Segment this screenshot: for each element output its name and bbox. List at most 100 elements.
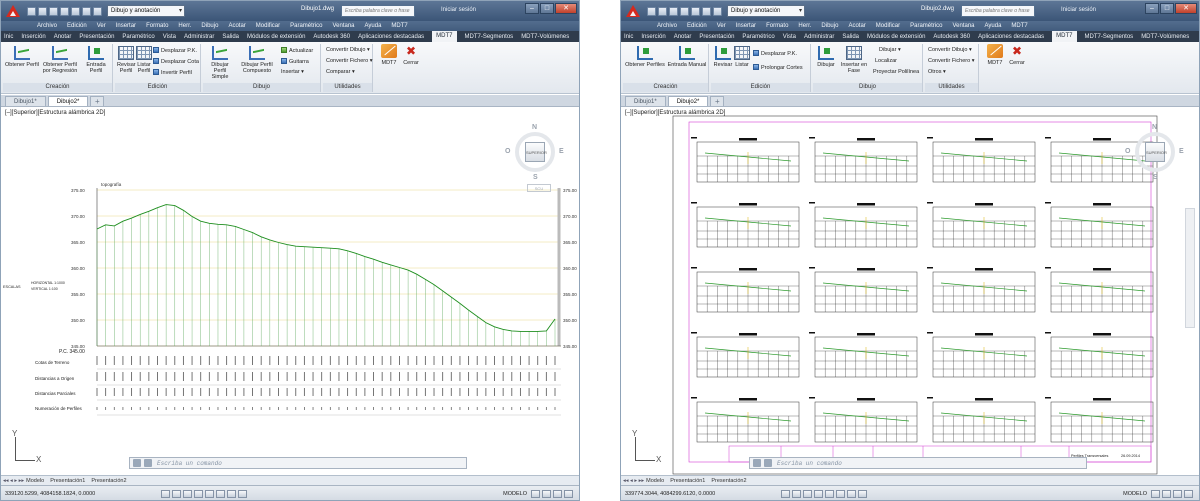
layout-nav-icon[interactable]: ◂◂ ◂ ▸ ▸▸ (623, 478, 644, 484)
new-file-icon[interactable] (647, 6, 656, 16)
otrack-icon[interactable] (216, 490, 225, 498)
menu-item[interactable]: Dibujo (821, 23, 838, 29)
invertir-perfil-button[interactable]: Invertir Perfil (153, 69, 192, 76)
ribbon-tab[interactable]: MDT7-Segmentos (465, 34, 514, 40)
ribbon-tab[interactable]: Aplicaciones destacadas (358, 34, 424, 40)
redo-icon[interactable] (93, 6, 102, 16)
menu-item[interactable]: Ver (717, 23, 726, 29)
mdt7-button[interactable]: MDT7 (983, 44, 1007, 66)
menu-item[interactable]: Ver (97, 23, 106, 29)
cerrar-button[interactable]: ✖ Cerrar (401, 44, 421, 66)
lineweight-icon[interactable] (847, 490, 856, 498)
lock-icon[interactable] (1173, 490, 1182, 498)
search-input[interactable]: Escriba palabra clave o frase (961, 5, 1035, 17)
obtener-perfil-button[interactable]: Obtener Perfil (5, 46, 39, 68)
south-label[interactable]: S (533, 174, 538, 181)
menu-item[interactable]: Archivo (657, 23, 677, 29)
layout-tab-model[interactable]: Modelo (646, 478, 664, 484)
south-label[interactable]: S (1153, 174, 1158, 181)
new-tab-icon[interactable]: + (90, 96, 105, 106)
transparency-icon[interactable] (238, 490, 247, 498)
open-file-icon[interactable] (38, 6, 47, 16)
ribbon-tab[interactable]: Inic (624, 34, 633, 40)
file-tab-dibujo2[interactable]: Dibujo2* (667, 96, 709, 106)
fullscreen-icon[interactable] (1184, 490, 1193, 498)
convertir-fichero-button[interactable]: Convertir Fichero ▾ (928, 58, 974, 64)
east-label[interactable]: E (559, 148, 564, 155)
convertir-fichero-button[interactable]: Convertir Fichero ▾ (326, 58, 372, 64)
menu-item[interactable]: Archivo (37, 23, 57, 29)
signin-link[interactable]: Iniciar sesión (1061, 7, 1096, 13)
insertar-button[interactable]: Insertar ▾ (281, 69, 304, 75)
ribbon-tab[interactable]: Vista (163, 34, 176, 40)
print-icon[interactable] (71, 6, 80, 16)
workspace-select[interactable]: Dibujo y anotación (727, 5, 805, 17)
command-search-icon[interactable] (764, 459, 772, 467)
east-label[interactable]: E (1179, 148, 1184, 155)
ribbon-tab[interactable]: Anotar (674, 34, 692, 40)
ribbon-tab[interactable]: Inserción (21, 34, 45, 40)
otros-button[interactable]: Otros ▾ (928, 69, 946, 75)
grid-icon[interactable] (172, 490, 181, 498)
menu-item[interactable]: Formato (766, 23, 788, 29)
ribbon-tab[interactable]: Inic (4, 34, 13, 40)
viewcube-face[interactable]: SUPERIOR (1145, 142, 1167, 162)
menu-item[interactable]: MDT7 (391, 23, 407, 29)
lineweight-icon[interactable] (227, 490, 236, 498)
menu-item[interactable]: Edición (687, 23, 707, 29)
save-icon[interactable] (669, 6, 678, 16)
menu-item[interactable]: Ventana (952, 23, 974, 29)
west-label[interactable]: O (505, 148, 510, 155)
north-label[interactable]: N (532, 124, 537, 131)
entrada-perfil-button[interactable]: Entrada Perfil (81, 46, 111, 74)
ribbon-tab[interactable]: Presentación (79, 34, 114, 40)
layout-tab-presentacion1[interactable]: Presentación1 (50, 478, 85, 484)
north-label[interactable]: N (1152, 124, 1157, 131)
ribbon-tab[interactable]: MDT7 (432, 31, 457, 42)
command-input[interactable]: Escriba un comando (157, 460, 222, 467)
command-search-icon[interactable] (144, 459, 152, 467)
menu-item[interactable]: Insertar (736, 23, 756, 29)
ribbon-tab[interactable]: Administrar (184, 34, 214, 40)
menu-item[interactable]: Ventana (332, 23, 354, 29)
menu-item[interactable]: Ayuda (985, 23, 1002, 29)
layout-tab-model[interactable]: Modelo (26, 478, 44, 484)
desplazar-pk-button[interactable]: Desplazar P.K. (153, 47, 197, 54)
save-as-icon[interactable] (60, 6, 69, 16)
menu-item[interactable]: Insertar (116, 23, 136, 29)
revisar-button[interactable]: Revisar (713, 46, 733, 68)
signin-link[interactable]: Iniciar sesión (441, 7, 476, 13)
desplazar-pk-button[interactable]: Desplazar P.K. (753, 50, 797, 57)
save-as-icon[interactable] (680, 6, 689, 16)
osnap-icon[interactable] (825, 490, 834, 498)
undo-icon[interactable] (702, 6, 711, 16)
snap-icon[interactable] (781, 490, 790, 498)
guitarra-button[interactable]: Guitarra (281, 58, 309, 65)
ribbon-tab[interactable]: Vista (783, 34, 796, 40)
menu-item[interactable]: Herr. (178, 23, 191, 29)
command-close-icon[interactable] (753, 459, 761, 467)
command-input[interactable]: Escriba un comando (777, 460, 842, 467)
grid-icon[interactable] (792, 490, 801, 498)
menu-item[interactable]: Modificar (876, 23, 900, 29)
minimize-icon[interactable]: – (1145, 3, 1159, 14)
proyectar-polilinea-button[interactable]: Proyectar Polilínea (873, 69, 919, 75)
mdt7-button[interactable]: MDT7 (377, 44, 401, 66)
layout-nav-icon[interactable]: ◂◂ ◂ ▸ ▸▸ (3, 478, 24, 484)
menu-item[interactable]: Paramétrico (290, 23, 322, 29)
new-file-icon[interactable] (27, 6, 36, 16)
drawing-area[interactable]: [–][Superior][Estructura alámbrica 2D] P… (621, 108, 1199, 475)
drawing-area[interactable]: [–][Superior][Estructura alámbrica 2D] 3… (1, 108, 579, 475)
transparency-icon[interactable] (858, 490, 867, 498)
redo-icon[interactable] (713, 6, 722, 16)
ortho-icon[interactable] (183, 490, 192, 498)
ribbon-tab[interactable]: MDT7-Volúmenes (1141, 34, 1189, 40)
revisar-perfil-button[interactable]: Revisar Perfil (117, 46, 136, 74)
close-icon[interactable]: ✕ (1175, 3, 1197, 14)
insertar-en-fase-button[interactable]: Insertar en Fase (837, 46, 871, 74)
ribbon-tab[interactable]: Salida (842, 34, 859, 40)
obtener-perfiles-button[interactable]: Obtener Perfiles (625, 46, 665, 68)
west-label[interactable]: O (1125, 148, 1130, 155)
ribbon-tab[interactable]: Presentación (699, 34, 734, 40)
polar-icon[interactable] (814, 490, 823, 498)
